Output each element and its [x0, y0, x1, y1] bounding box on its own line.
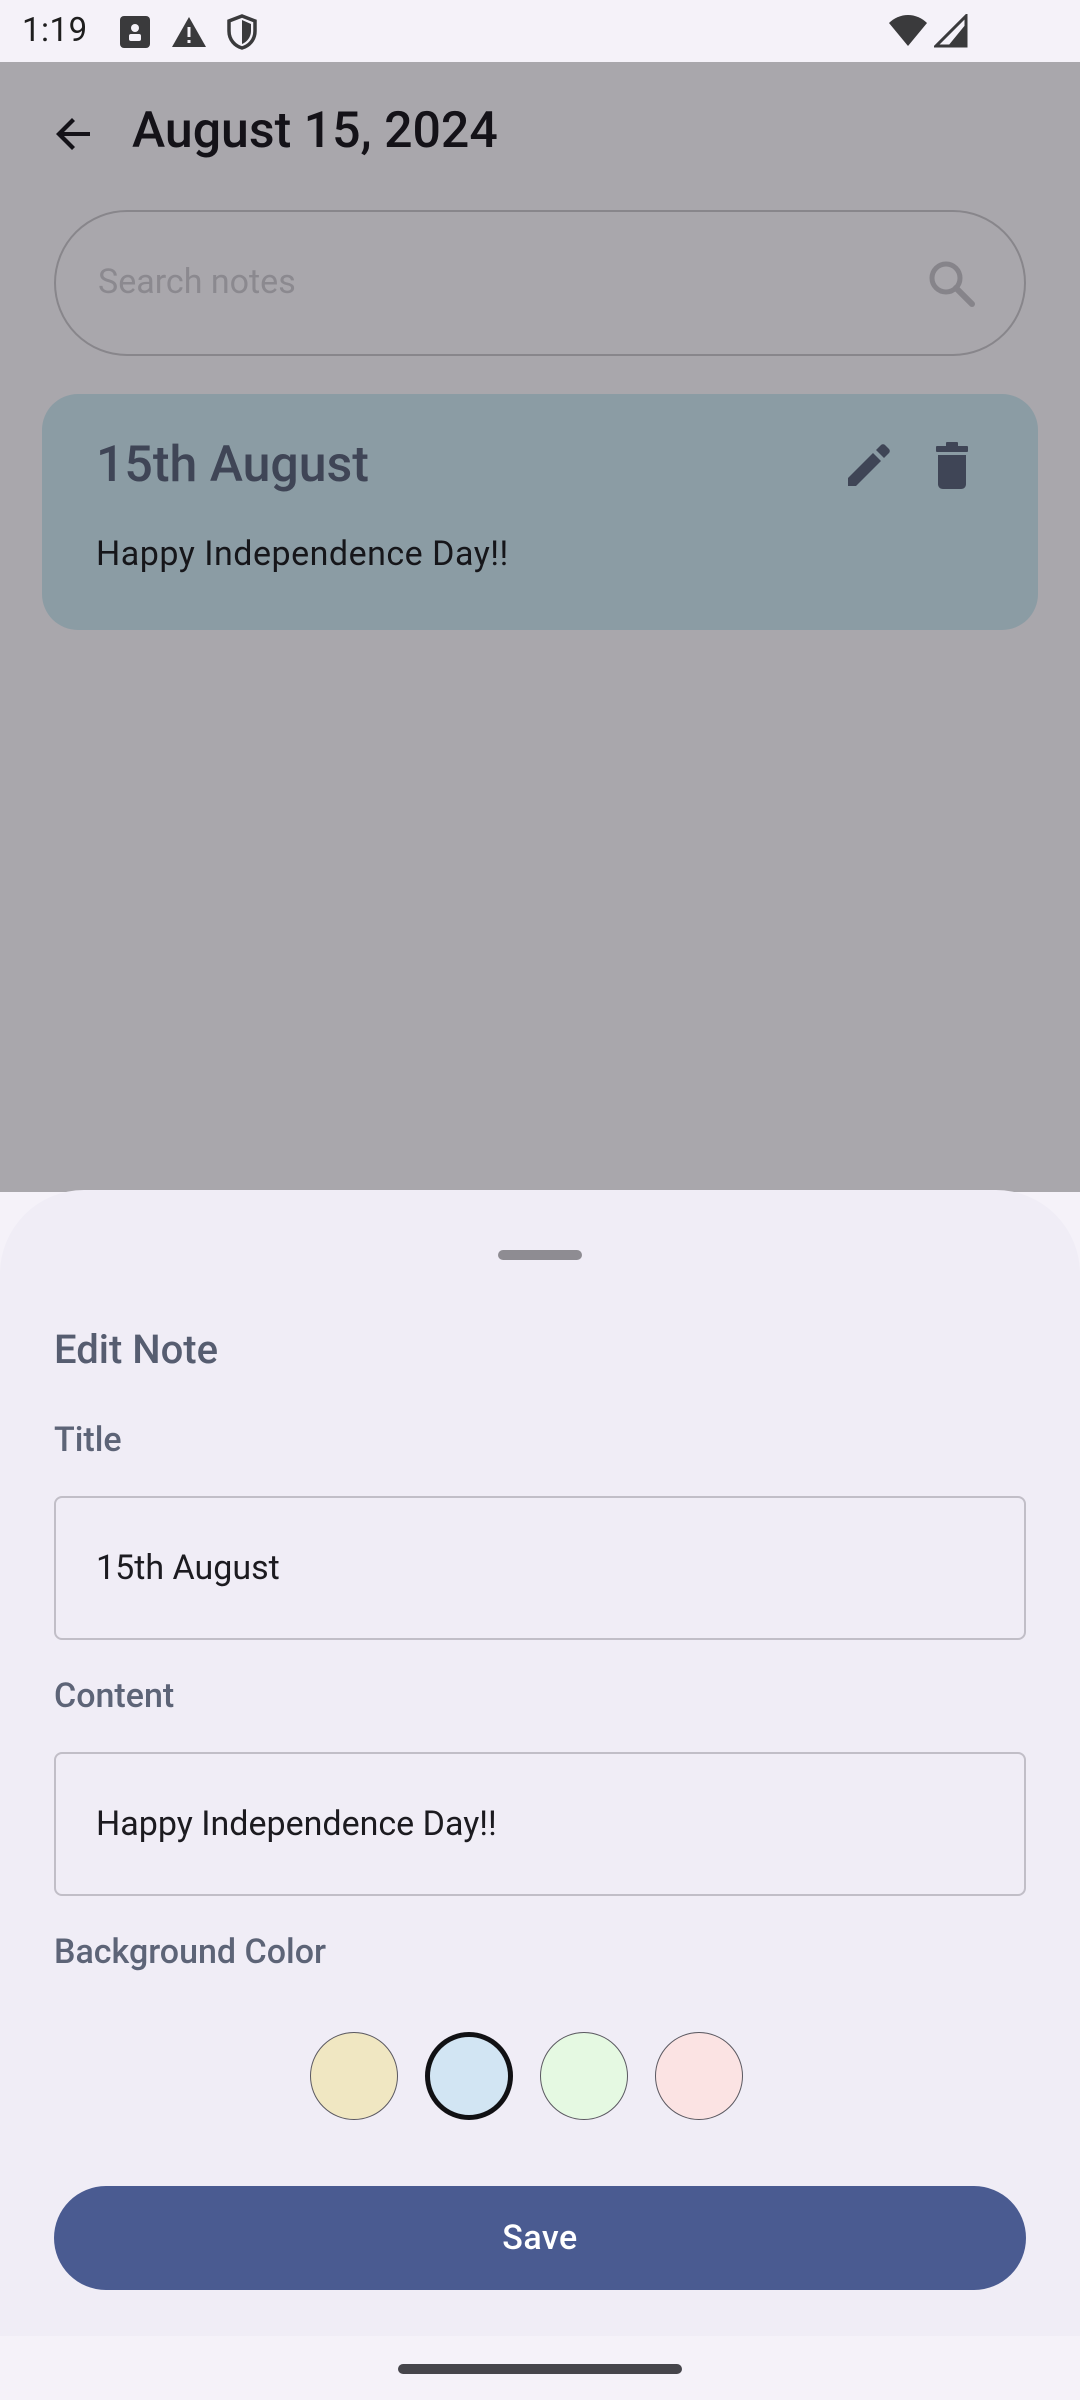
status-icons-left: [118, 14, 258, 54]
note-card[interactable]: 15th August Happy Independence Day!!: [42, 394, 1038, 630]
status-time: 1:19: [22, 11, 88, 50]
title-field[interactable]: 15th August: [54, 1496, 1026, 1640]
signal-icon: [932, 12, 968, 52]
content-field-value: Happy Independence Day!!: [96, 1804, 497, 1844]
sheet-title: Edit Note: [54, 1326, 219, 1373]
shield-icon: [226, 14, 258, 54]
search-placeholder: Search notes: [98, 262, 296, 302]
title-label: Title: [54, 1420, 122, 1460]
note-content: Happy Independence Day!!: [96, 534, 509, 574]
search-icon[interactable]: [924, 256, 980, 312]
edit-icon[interactable]: [840, 438, 896, 494]
color-picker: [0, 2032, 1080, 2122]
status-bar: 1:19: [0, 0, 1080, 62]
color-swatch-yellow[interactable]: [310, 2032, 398, 2120]
warning-icon: [170, 15, 208, 53]
note-title: 15th August: [96, 436, 369, 494]
search-input[interactable]: Search notes: [54, 210, 1026, 356]
color-swatch-blue[interactable]: [425, 2032, 513, 2120]
save-button[interactable]: Save: [54, 2186, 1026, 2290]
app-bar: August 15, 2024: [0, 62, 1080, 212]
wifi-icon: [888, 14, 928, 52]
edit-note-sheet: Edit Note Title 15th August Content Happ…: [0, 1190, 1080, 2336]
content-field[interactable]: Happy Independence Day!!: [54, 1752, 1026, 1896]
status-icons-right: [888, 12, 968, 52]
navigation-bar: [0, 2336, 1080, 2400]
content-label: Content: [54, 1676, 175, 1716]
contact-card-icon: [118, 14, 152, 54]
color-swatch-green[interactable]: [540, 2032, 628, 2120]
page-title: August 15, 2024: [132, 102, 498, 160]
save-button-label: Save: [502, 2218, 578, 2258]
title-field-value: 15th August: [96, 1548, 280, 1588]
delete-icon[interactable]: [924, 438, 980, 494]
background-color-label: Background Color: [54, 1932, 327, 1972]
home-gesture-handle[interactable]: [398, 2364, 682, 2374]
arrow-back-icon: [56, 118, 90, 150]
drag-handle[interactable]: [498, 1250, 582, 1260]
color-swatch-pink[interactable]: [655, 2032, 743, 2120]
back-button[interactable]: [44, 104, 104, 164]
